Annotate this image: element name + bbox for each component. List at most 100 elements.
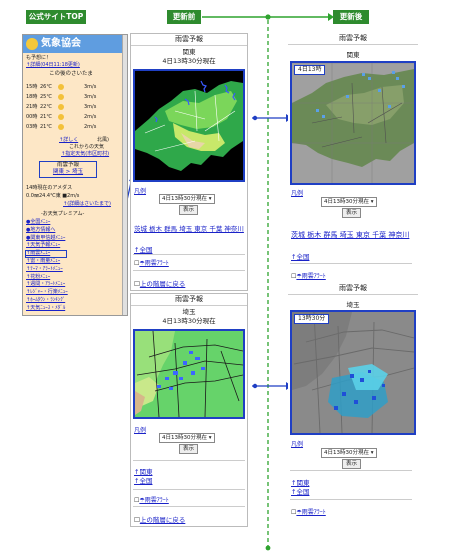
before-saitama-legend[interactable]: 凡例 <box>134 425 146 434</box>
forecast-temp: 26℃ <box>40 84 52 90</box>
before-saitama-rule3 <box>133 506 245 507</box>
logo-icon <box>26 38 38 50</box>
before-saitama-show-button[interactable]: 表示 <box>179 444 199 454</box>
after-saitama-alert-link[interactable]: ☂雨雲ｱﾗｰﾄ <box>296 509 325 516</box>
after-kanto-select[interactable]: 4日13時30分現在 ▾ <box>321 197 377 207</box>
after-kanto-rule <box>290 263 412 264</box>
before-kanto-legend[interactable]: 凡例 <box>134 186 146 195</box>
radar-box-links[interactable]: 関東 > 埼玉 <box>40 169 96 176</box>
before-saitama-alert[interactable]: ☐☂雨雲ｱﾗｰﾄ <box>134 495 169 504</box>
after-kanto-alert-link[interactable]: ☂雨雲ｱﾗｰﾄ <box>296 273 325 280</box>
after-saitama-select[interactable]: 4日13時30分現在 ▾ <box>321 448 377 458</box>
before-kanto-select[interactable]: 4日13時30分現在 ▾ <box>159 194 215 204</box>
phone-menu-item[interactable]: ↑ﾚｼﾞｬｰ・行楽ﾒﾆｭｰ <box>26 289 122 297</box>
forecast-time: 03時 <box>26 124 38 130</box>
chevron-down-icon: ▾ <box>208 435 212 441</box>
before-kanto-select-value: 4日13時30分現在 <box>162 196 207 202</box>
after-saitama-national[interactable]: ↑全国 <box>291 486 309 496</box>
divider-end-dot <box>265 545 271 551</box>
weather-icon <box>58 94 64 100</box>
before-kanto-show-button[interactable]: 表示 <box>179 205 199 215</box>
forecast-time: 18時 <box>26 94 38 100</box>
weather-icon <box>58 84 64 90</box>
phone-detail-link[interactable]: ↑詳細(04日11:18更新) <box>26 62 80 68</box>
after-kanto-national[interactable]: ↑全国 <box>291 251 309 261</box>
forecast-row: 18時 25℃ 3m/s <box>26 92 126 102</box>
forecast-row: 15時 26℃ 3m/s <box>26 82 126 92</box>
after-kanto-prefs[interactable]: 茨城 栃木 群馬 埼玉 東京 千葉 神奈川 <box>291 231 411 239</box>
forecast-row: 03時 21℃ 2m/s <box>26 122 126 132</box>
before-saitama-back-link[interactable]: 上の階層に戻る <box>140 516 186 524</box>
forecast-wind: 3m/s <box>84 104 97 110</box>
phone-menu-item[interactable]: ↑ﾃｰﾏ・ｱﾗｰﾄﾒﾆｭｰ <box>26 266 122 274</box>
after-kanto-show-button[interactable]: 表示 <box>342 208 362 218</box>
weather-icon <box>58 124 64 130</box>
before-saitama-time: 4日13時30分現在 <box>162 317 216 325</box>
amedas-link[interactable]: ↑(詳細はさいたまで) <box>63 201 111 207</box>
before-kanto-panel: 雨雲予報 関東 4日13時30分現在 凡例 4日13時30分現在 ▾ 表示 茨城… <box>130 33 248 291</box>
phone-menu-item[interactable]: ↑ﾎｰﾑﾀｳﾝ・ﾗﾝｷﾝｸﾞ <box>26 297 122 305</box>
after-kanto-legend[interactable]: 凡例 <box>291 188 303 197</box>
after-saitama-show-button[interactable]: 表示 <box>342 459 362 469</box>
before-saitama-national[interactable]: ↑全国 <box>134 475 152 485</box>
after-kanto-alert[interactable]: ☐☂雨雲ｱﾗｰﾄ <box>291 271 326 280</box>
phone-menu-item[interactable]: ●全国ﾒﾆｭｰ <box>26 219 122 227</box>
after-saitama-legend[interactable]: 凡例 <box>291 439 303 448</box>
before-saitama-back[interactable]: ☐上の階層に戻る <box>134 514 185 524</box>
amedas-title: 14時現在のアメダス <box>26 185 73 191</box>
forecast-time: 15時 <box>26 84 38 90</box>
before-kanto-rule2 <box>133 270 245 271</box>
before-saitama-region: 埼玉 <box>182 308 196 316</box>
before-kanto-alert[interactable]: ☐☂雨雲ｱﾗｰﾄ <box>134 258 169 267</box>
chevron-down-icon: ▾ <box>208 196 212 202</box>
before-saitama-select[interactable]: 4日13時30分現在 ▾ <box>159 433 215 443</box>
phone-screen: 気象協会 も予想に！ ↑詳細(04日11:18更新) この後のさいたま 15時 2… <box>22 34 128 316</box>
before-kanto-terrain <box>135 80 243 171</box>
phone-menu-item[interactable]: ↑雷・雨量ﾒﾆｭｰ <box>26 258 122 266</box>
after-kanto-select-value: 4日13時30分現在 <box>324 199 369 205</box>
before-kanto-alert-link[interactable]: ☂雨雲ｱﾗｰﾄ <box>139 260 168 267</box>
before-kanto-prefs[interactable]: 茨城 栃木 群馬 埼玉 東京 千葉 神奈川 <box>134 226 246 233</box>
after-saitama-alert[interactable]: ☐☂雨雲ｱﾗｰﾄ <box>291 507 326 516</box>
phone-menu-item[interactable]: ●地方情報へ <box>26 227 122 235</box>
before-saitama-select-value: 4日13時30分現在 <box>162 435 207 441</box>
forecast-temp: 21℃ <box>40 114 52 120</box>
phone-menu: ●全国ﾒﾆｭｰ ●地方情報へ ●関東甲信越ﾒﾆｭｰ ↑天気予報ﾒﾆｭｰ ↑雨雲ﾒﾆｭｰ ↑… <box>26 219 122 313</box>
after-saitama-select-value: 4日13時30分現在 <box>324 450 369 456</box>
before-kanto-map[interactable] <box>133 69 245 182</box>
after-saitama-rule <box>290 470 412 471</box>
before-kanto-back[interactable]: ☐上の階層に戻る <box>134 278 185 288</box>
after-kanto-map[interactable]: 4日13時 <box>290 61 416 185</box>
forecast-wind: 3m/s <box>84 84 97 90</box>
phone-next: これからの天気 <box>69 144 105 150</box>
chevron-down-icon: ▾ <box>370 199 374 205</box>
phone-menu-item[interactable]: ↑天気ﾆｭｰｽ・ﾒﾀﾞﾙ <box>26 305 122 313</box>
premium-label: -お天気プレミアム- <box>41 211 85 217</box>
before-saitama-header: 雨雲予報 <box>131 294 247 306</box>
phone-pinpoint[interactable]: ↑指定天気(市区町村) <box>61 151 109 157</box>
forecast-table: 15時 26℃ 3m/s 18時 25℃ 3m/s 21時 22℃ 3m/s 00時 21℃ 2m/s… <box>26 82 126 132</box>
phone-header: 気象協会 <box>23 35 127 53</box>
forecast-row: 00時 21℃ 2m/s <box>26 112 126 122</box>
forecast-wind: 2m/s <box>84 114 97 120</box>
phone-menu-item[interactable]: ↑週間・ｱﾗｰﾄﾒﾆｭｰ <box>26 281 122 289</box>
before-kanto-back-link[interactable]: 上の階層に戻る <box>140 280 186 288</box>
weather-icon <box>58 104 64 110</box>
forecast-temp: 25℃ <box>40 94 52 100</box>
phone-scrollbar[interactable] <box>122 35 127 315</box>
forecast-wind: 3m/s <box>84 94 97 100</box>
phone-detail[interactable]: ↑詳しく <box>59 137 78 143</box>
before-kanto-national[interactable]: ↑全国 <box>134 244 152 254</box>
forecast-time: 21時 <box>26 104 38 110</box>
before-kanto-header: 雨雲予報 <box>131 34 247 46</box>
weather-icon <box>58 114 64 120</box>
phone-line1: も予想に！ <box>26 55 52 61</box>
before-saitama-map[interactable] <box>133 329 245 419</box>
after-saitama-map[interactable]: 13時30分 <box>290 310 416 435</box>
phone-section: この後のさいたま <box>49 71 93 77</box>
timeline-dot <box>265 14 271 20</box>
before-saitama-alert-link[interactable]: ☂雨雲ｱﾗｰﾄ <box>139 497 168 504</box>
forecast-row: 21時 22℃ 3m/s <box>26 102 126 112</box>
after-saitama-panel: 雨雲予報 埼玉 13時30分 凡例 4日13時30分現在 ▾ 表示 ↑関東 ↑全… <box>288 283 418 523</box>
radar-box[interactable]: 雨雲予報 関東 > 埼玉 <box>39 161 97 178</box>
